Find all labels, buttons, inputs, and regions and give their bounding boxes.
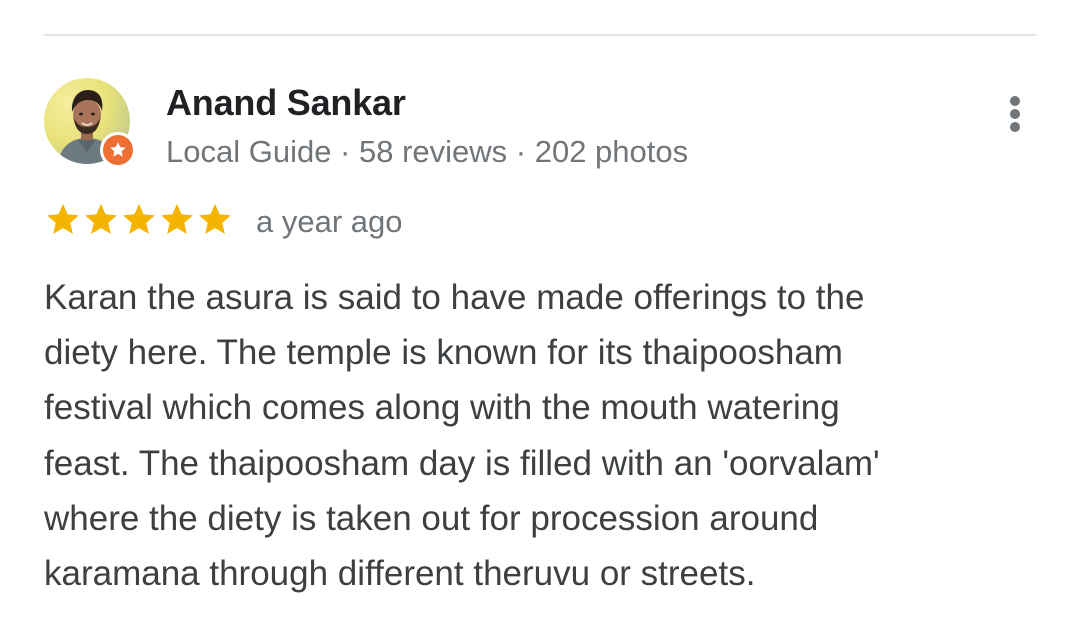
review-text-line: where the diety is taken out for process… — [44, 498, 819, 538]
review-date: a year ago — [256, 204, 403, 239]
star-icon — [161, 203, 193, 234]
review-text-line: diety here. The temple is known for its … — [44, 333, 843, 373]
star-icon — [85, 203, 117, 234]
top-divider — [44, 34, 1036, 36]
review-text-line: festival which comes along with the mout… — [44, 388, 840, 428]
reviewer-avatar[interactable] — [44, 78, 136, 168]
more-vert-icon-dot — [1010, 122, 1020, 132]
star-rating — [44, 201, 234, 241]
more-vert-icon — [1010, 96, 1020, 106]
review-text-line: feast. The thaipoosham day is filled wit… — [44, 443, 880, 483]
more-vert-icon-dot — [1010, 109, 1020, 119]
star-icon — [199, 203, 231, 234]
reviewer-name[interactable]: Anand Sankar — [166, 82, 406, 124]
star-icon — [47, 203, 79, 234]
star-icon — [123, 203, 155, 234]
reviewer-meta: Local Guide · 58 reviews · 202 photos — [166, 134, 689, 169]
local-guide-star-icon — [100, 132, 136, 168]
review-text-line: Karan the asura is said to have made off… — [44, 278, 865, 317]
review-text-line: karamana through different theruvu or st… — [44, 554, 756, 594]
more-options-button[interactable] — [996, 92, 1036, 136]
review-text: Karan the asura is said to have made off… — [44, 270, 1044, 601]
